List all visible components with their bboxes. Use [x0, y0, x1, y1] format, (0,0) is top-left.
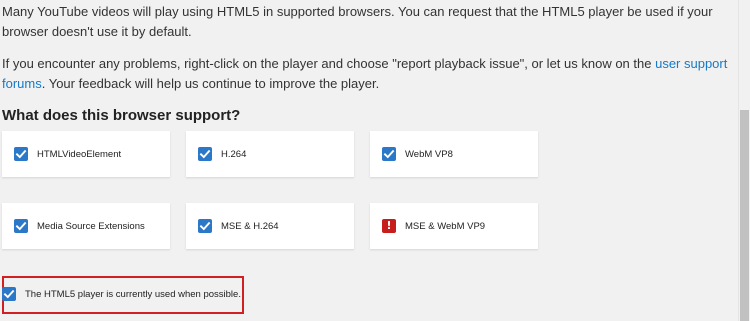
vertical-scrollbar[interactable]	[738, 0, 750, 321]
feature-label: MSE & H.264	[221, 220, 279, 232]
feature-label: H.264	[221, 148, 247, 160]
feature-card-media-source-extensions: Media Source Extensions	[2, 203, 170, 249]
feature-card-mse-h264: MSE & H.264	[186, 203, 354, 249]
page: Many YouTube videos will play using HTML…	[0, 0, 750, 321]
feature-label: MSE & WebM VP9	[405, 220, 486, 232]
checkmark-icon	[382, 147, 396, 161]
scrollbar-thumb[interactable]	[740, 110, 749, 321]
exclamation-icon: !	[382, 219, 396, 233]
feature-card-htmlvideoelement: HTMLVideoElement	[2, 131, 170, 177]
status-label: The HTML5 player is currently used when …	[25, 288, 241, 300]
checkmark-icon	[14, 147, 28, 161]
feature-label: HTMLVideoElement	[37, 148, 122, 160]
intro-paragraph: Many YouTube videos will play using HTML…	[2, 4, 713, 39]
feature-label: WebM VP8	[405, 148, 453, 160]
checkmark-icon	[2, 287, 16, 301]
feature-card-mse-webm-vp9: ! MSE & WebM VP9	[370, 203, 538, 249]
checkmark-icon	[14, 219, 28, 233]
feature-card-webm-vp8: WebM VP8	[370, 131, 538, 177]
checkmark-icon	[198, 147, 212, 161]
browser-support-heading: What does this browser support?	[2, 107, 241, 124]
feature-label: Media Source Extensions	[37, 220, 145, 232]
intro-feedback-paragraph: If you encounter any problems, right-cli…	[2, 54, 734, 94]
feedback-text-before: If you encounter any problems, right-cli…	[2, 56, 656, 71]
html5-player-status: The HTML5 player is currently used when …	[2, 287, 241, 301]
feedback-text-after: . Your feedback will help us continue to…	[41, 76, 380, 91]
feature-card-h264: H.264	[186, 131, 354, 177]
checkmark-icon	[198, 219, 212, 233]
